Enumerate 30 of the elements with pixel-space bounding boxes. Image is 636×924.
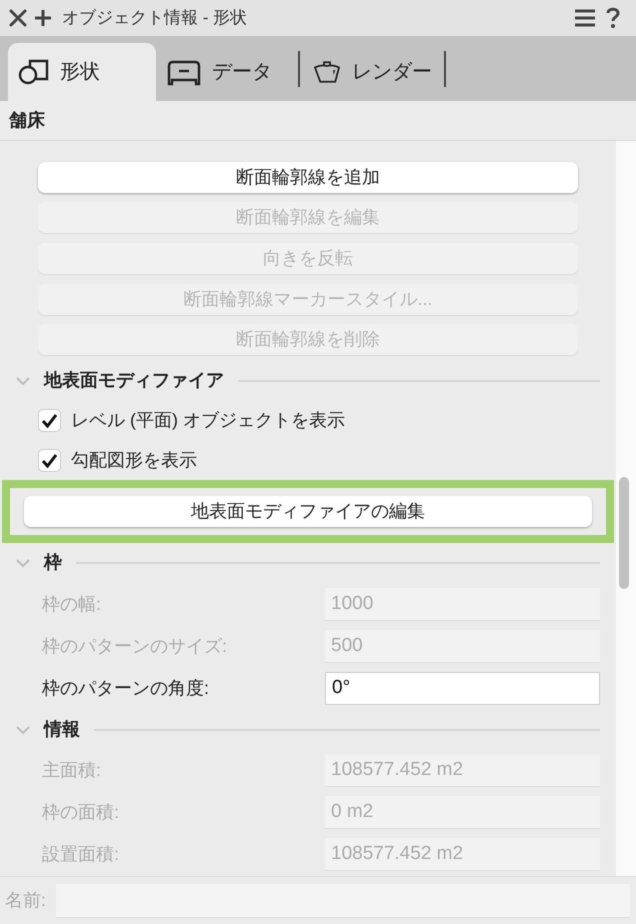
checkbox-label: レベル (平面) オブジェクトを表示 <box>71 409 345 432</box>
data-icon <box>166 58 202 86</box>
field-label: 枠のパターンの角度: <box>42 676 210 700</box>
field-label: 枠の幅: <box>42 592 102 616</box>
tab[interactable]: レンダー <box>302 43 442 101</box>
checkbox[interactable] <box>38 448 61 472</box>
section-heading: 情報 <box>44 718 80 742</box>
button[interactable]: 地表面モディファイアの編集 <box>24 496 592 527</box>
section-heading: 枠 <box>44 551 62 574</box>
scrollbar[interactable] <box>616 141 636 876</box>
close-icon[interactable] <box>8 8 28 28</box>
tab[interactable]: 形状 <box>8 43 156 101</box>
window-title: オブジェクト情報 - 形状 <box>62 7 248 30</box>
add-icon[interactable] <box>34 9 52 27</box>
menu-icon[interactable] <box>574 9 596 27</box>
scrollbar-thumb[interactable] <box>619 477 629 589</box>
checkbox-label: 勾配図形を表示 <box>71 448 197 472</box>
shape-icon <box>18 58 50 86</box>
field-label: 設置面積: <box>42 843 120 866</box>
input-field[interactable]: 0° <box>325 672 600 705</box>
checkbox[interactable] <box>38 409 61 432</box>
field-label: 主面積: <box>42 759 102 782</box>
section-heading: 地表面モディファイア <box>44 369 224 392</box>
tab[interactable]: データ <box>156 43 296 101</box>
field-label: 枠の面積: <box>42 801 120 824</box>
button[interactable]: 断面輪郭線を追加 <box>38 162 578 193</box>
field-label: 名前: <box>5 889 46 912</box>
help-icon[interactable] <box>606 7 620 29</box>
object-type-label: 舗床 <box>9 109 45 132</box>
field-label: 枠のパターンのサイズ: <box>42 634 228 658</box>
